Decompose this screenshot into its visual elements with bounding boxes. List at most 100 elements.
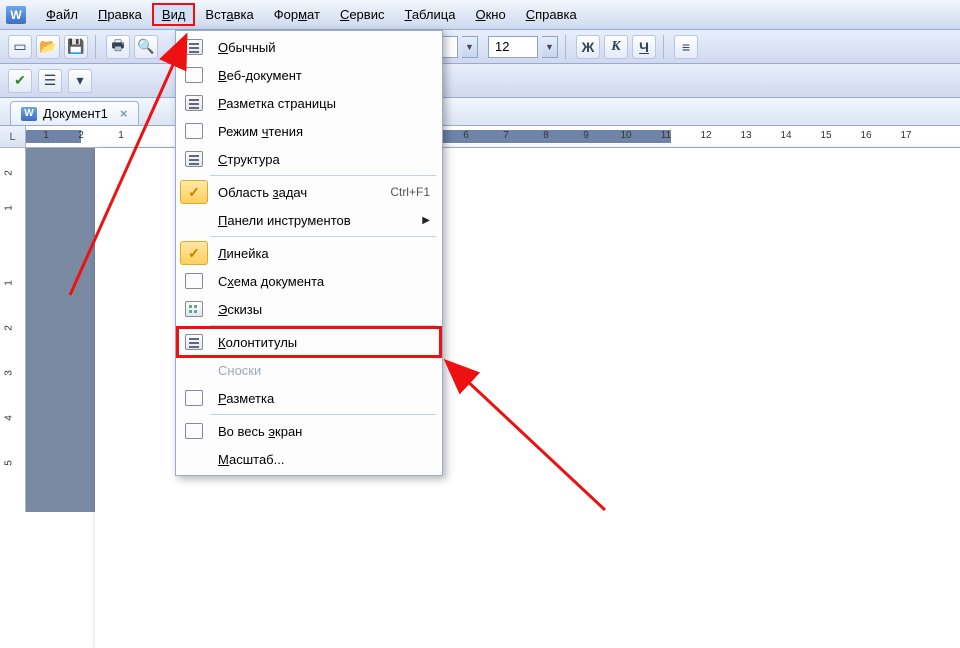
menu-вставка[interactable]: Вставка (195, 3, 263, 26)
doc-tab-title: Документ1 (43, 106, 108, 121)
menuitem--[interactable]: ✓Область задачCtrl+F1 (178, 178, 440, 206)
menuitem--[interactable]: Разметка (178, 384, 440, 412)
new-doc-button[interactable]: ▭ (8, 35, 32, 59)
italic-button[interactable]: К (604, 35, 628, 59)
menu-вид[interactable]: Вид (152, 3, 196, 26)
ruler-number: 7 (503, 130, 509, 141)
menuitem--[interactable]: Обычный (178, 33, 440, 61)
menu-таблица[interactable]: Таблица (394, 3, 465, 26)
menu-файл[interactable]: Файл (36, 3, 88, 26)
menuitem--[interactable]: Эскизы (178, 295, 440, 323)
print-button[interactable]: 🖶 (106, 35, 130, 59)
page-gutter (26, 148, 95, 512)
menuitem--[interactable]: Во весь экран (178, 417, 440, 445)
doc-tab[interactable]: W Документ1 × (10, 101, 139, 125)
save-button[interactable]: 💾 (64, 35, 88, 59)
menuitem--[interactable]: Панели инструментов ▶ (178, 206, 440, 234)
ruler-number: 2 (3, 325, 14, 331)
ruler-number: 5 (3, 460, 14, 466)
ruler-number: 11 (661, 130, 671, 141)
ruler-dark (26, 130, 81, 143)
lines-icon (185, 39, 203, 55)
preview-button[interactable]: 🔍 (134, 35, 158, 59)
menu-правка[interactable]: Правка (88, 3, 152, 26)
check-icon: ✓ (188, 245, 200, 262)
menu-сервис[interactable]: Сервис (330, 3, 395, 26)
menuitem--[interactable]: Схема документа (178, 267, 440, 295)
menuitem--[interactable]: Масштаб... (178, 445, 440, 473)
ruler-number: 1 (118, 130, 124, 141)
doc-tabs: W Документ1 × (0, 98, 960, 126)
dots-icon (185, 301, 203, 317)
menuitem--: Сноски (178, 356, 440, 384)
menu-справка[interactable]: Справка (516, 3, 587, 26)
menuitem-label: Линейка (218, 246, 430, 261)
menuitem--[interactable]: Колонтитулы (178, 328, 440, 356)
underline-button[interactable]: Ч (632, 35, 656, 59)
blank-icon (185, 67, 203, 83)
ruler-number: 3 (3, 370, 14, 376)
ruler-number: 16 (860, 130, 871, 141)
ruler-number: 17 (900, 130, 911, 141)
menuitem--[interactable]: Структура (178, 145, 440, 173)
menuitem-label: Разметка (218, 391, 430, 406)
ruler-number: 1 (43, 130, 49, 141)
font-size-combo[interactable]: 12 (488, 36, 538, 58)
menuitem-label: Разметка страницы (218, 96, 430, 111)
font-size-dropdown-icon[interactable]: ▼ (542, 36, 558, 58)
dropdown-button[interactable]: ▾ (68, 69, 92, 93)
word-doc-icon: W (21, 107, 37, 121)
ruler-number: 1 (3, 205, 14, 211)
menu-окно[interactable]: Окно (465, 3, 515, 26)
ruler-number: 2 (78, 130, 84, 141)
ruler-number: 9 (583, 130, 589, 141)
vertical-ruler: L 2 1 1 2 3 4 5 (0, 126, 26, 512)
menu-divider (210, 325, 436, 326)
menuitem-label: Режим чтения (218, 124, 430, 139)
bold-button[interactable]: Ж (576, 35, 600, 59)
menu-divider (210, 414, 436, 415)
ruler-number: 6 (463, 130, 469, 141)
menuitem--[interactable]: Веб-документ (178, 61, 440, 89)
accept-button[interactable]: ✔ (8, 69, 32, 93)
ruler-number: 1 (3, 280, 14, 286)
menuitem-label: Колонтитулы (218, 335, 430, 350)
toolbar-secondary: ✔ ☰ ▾ (0, 64, 960, 98)
menuitem-label: Область задач (218, 185, 380, 200)
lines-icon (185, 151, 203, 167)
ruler-number: 4 (3, 415, 14, 421)
open-button[interactable]: 📂 (36, 35, 60, 59)
task-button[interactable]: ☰ (38, 69, 62, 93)
align-button[interactable]: ≡ (674, 35, 698, 59)
ruler-number: 12 (700, 130, 711, 141)
menuitem--[interactable]: Режим чтения (178, 117, 440, 145)
lines-icon (185, 334, 203, 350)
menuitem-label: Обычный (218, 40, 430, 55)
ruler-number: 8 (543, 130, 549, 141)
workspace: L 2112345 121567891011121314151617 (0, 126, 960, 512)
menu-формат[interactable]: Формат (264, 3, 330, 26)
menuitem-label: Панели инструментов (218, 213, 412, 228)
view-menu-dropdown: Обычный Веб-документ Разметка страницы Режи… (175, 30, 443, 476)
horizontal-ruler: 121567891011121314151617 (26, 126, 960, 148)
blank-icon (185, 390, 203, 406)
check-icon: ✓ (188, 184, 200, 201)
app-icon: W (6, 6, 26, 24)
menuitem-label: Масштаб... (218, 452, 430, 467)
ruler-number: 14 (780, 130, 791, 141)
menuitem--[interactable]: ✓ Линейка (178, 239, 440, 267)
close-tab-icon[interactable]: × (120, 106, 128, 121)
menuitem--[interactable]: Разметка страницы (178, 89, 440, 117)
separator (565, 35, 569, 59)
font-size-value: 12 (495, 39, 509, 54)
ruler-number: 15 (820, 130, 831, 141)
menuitem-label: Веб-документ (218, 68, 430, 83)
toolbar-standard: ▭ 📂 💾 🖶 🔍 Times New Roman ▼ 12 ▼ Ж К Ч ≡ (0, 30, 960, 64)
ruler-corner: L (0, 126, 25, 148)
menu-divider (210, 175, 436, 176)
ruler-number: 2 (3, 170, 14, 176)
blank-icon (185, 423, 203, 439)
submenu-arrow-icon: ▶ (422, 215, 430, 226)
font-name-dropdown-icon[interactable]: ▼ (462, 36, 478, 58)
ruler-number: 13 (740, 130, 751, 141)
